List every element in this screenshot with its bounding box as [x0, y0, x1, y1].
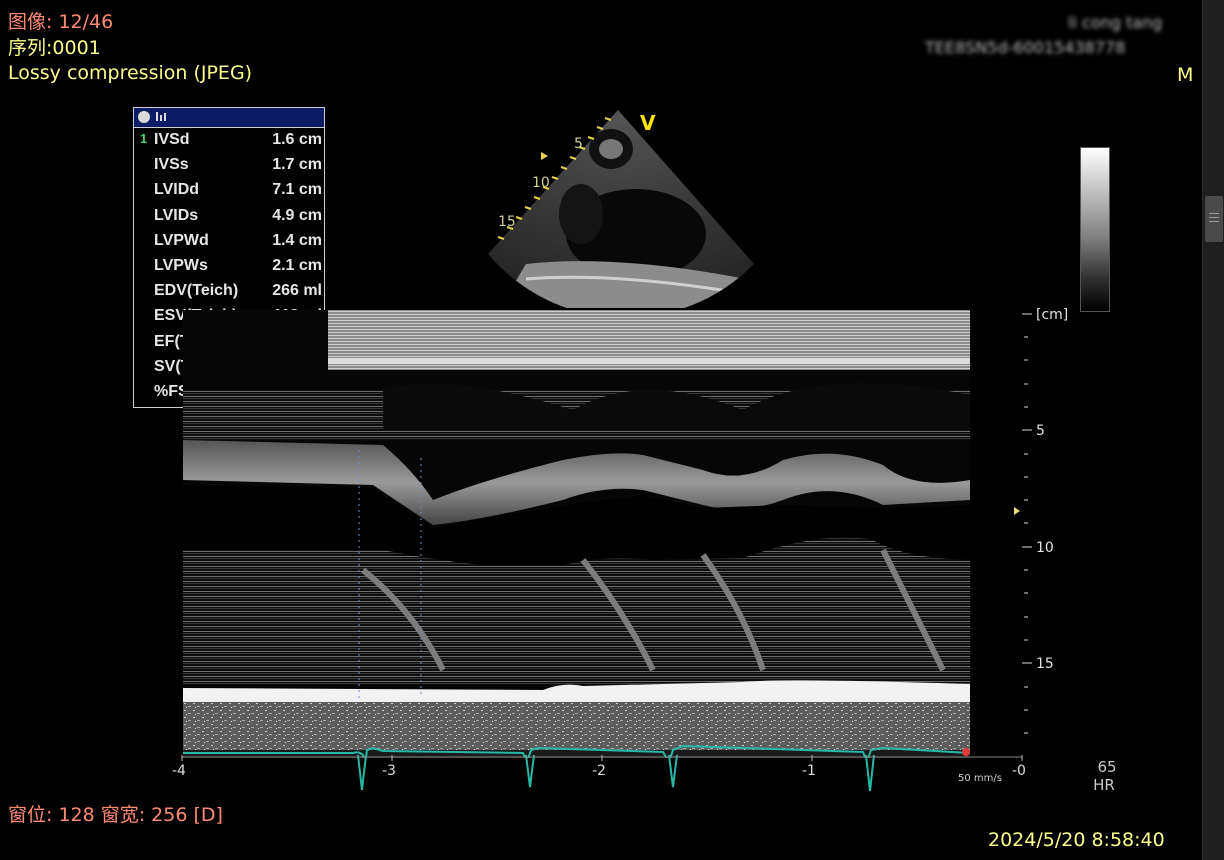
patient-name: li cong tang	[1068, 13, 1163, 32]
sector-depth-15: 15	[498, 214, 516, 230]
acquisition-datetime: 2024/5/20 8:58:40	[988, 829, 1165, 851]
measurement-row[interactable]: EDV(Teich) 266 ml	[134, 280, 324, 305]
measurement-value: 7.1 cm	[272, 181, 322, 199]
mode-indicator: M	[1177, 64, 1194, 86]
measurement-label: LVIDs	[154, 206, 199, 224]
measurement-label: IVSd	[154, 131, 190, 148]
scrollbar-thumb[interactable]	[1205, 196, 1223, 242]
depth-label-5: 5	[1036, 423, 1045, 439]
measurement-label: LVPWs	[154, 257, 208, 274]
time-label-zero: -0	[1012, 763, 1026, 779]
measurement-row[interactable]: LVPWd 1.4 cm	[134, 230, 324, 255]
measurement-marker: 1	[140, 131, 148, 146]
measurement-value: 266 ml	[272, 282, 322, 300]
measurement-panel-header[interactable]	[134, 108, 324, 128]
measurement-label: LVPWd	[154, 231, 209, 249]
measurement-row[interactable]: LVIDd 7.1 cm	[134, 179, 324, 204]
probe-orientation-marker: V	[640, 111, 656, 135]
patient-id: TEE8SN5d-60015438778	[925, 38, 1126, 57]
time-label-minus3: -3	[382, 763, 396, 779]
series-label: 序列:0001	[8, 37, 101, 59]
depth-scale: [cm] 5 10 15	[1014, 307, 1068, 734]
time-axis: -4 -3 -2 -1 -0 50 mm/s	[172, 755, 1026, 784]
measurement-row[interactable]: 1 IVSd 1.6 cm	[134, 129, 324, 154]
measurement-value: 2.1 cm	[272, 257, 322, 274]
measurement-row[interactable]: LVIDs 4.9 cm	[134, 205, 324, 230]
sector-image: 5 10 15 V	[488, 110, 754, 308]
depth-label-15: 15	[1036, 656, 1054, 672]
sweep-speed-label: 50 mm/s	[958, 773, 1002, 784]
window-level-label: 窗位: 128 窗宽: 256 [D]	[8, 804, 223, 826]
depth-unit-label: [cm]	[1036, 307, 1068, 323]
measurement-value: 1.4 cm	[272, 231, 322, 249]
compression-label: Lossy compression (JPEG)	[8, 62, 253, 84]
depth-label-10: 10	[1036, 540, 1054, 556]
time-label-minus2: -2	[592, 763, 606, 779]
sector-depth-5: 5	[574, 136, 583, 152]
measurement-value: 4.9 cm	[272, 206, 322, 224]
heart-rate-label: HR	[1093, 776, 1115, 794]
chart-toggle-icon[interactable]	[155, 110, 168, 123]
time-label-minus1: -1	[802, 763, 816, 779]
image-counter: 图像: 12/46	[8, 11, 114, 33]
m-mode-trace[interactable]	[183, 310, 970, 758]
panel-dot-icon[interactable]	[138, 111, 150, 123]
measurement-label: EDV(Teich)	[154, 282, 239, 300]
image-viewport[interactable]: 图像: 12/46 序列:0001 Lossy compression (JPE…	[0, 0, 1202, 860]
measurement-label: IVSs	[154, 156, 189, 174]
grayscale-bar	[1080, 147, 1110, 312]
time-label-minus4: -4	[172, 763, 186, 779]
sector-depth-10: 10	[532, 175, 550, 191]
vertical-scrollbar[interactable]	[1202, 0, 1224, 860]
heart-rate-value: 65	[1097, 758, 1117, 776]
measurement-label: LVIDd	[154, 181, 200, 199]
measurement-row[interactable]: IVSs 1.7 cm	[134, 154, 324, 179]
measurement-value: 1.7 cm	[272, 156, 322, 174]
measurement-row[interactable]: LVPWs 2.1 cm	[134, 255, 324, 280]
measurement-value: 1.6 cm	[272, 131, 322, 148]
